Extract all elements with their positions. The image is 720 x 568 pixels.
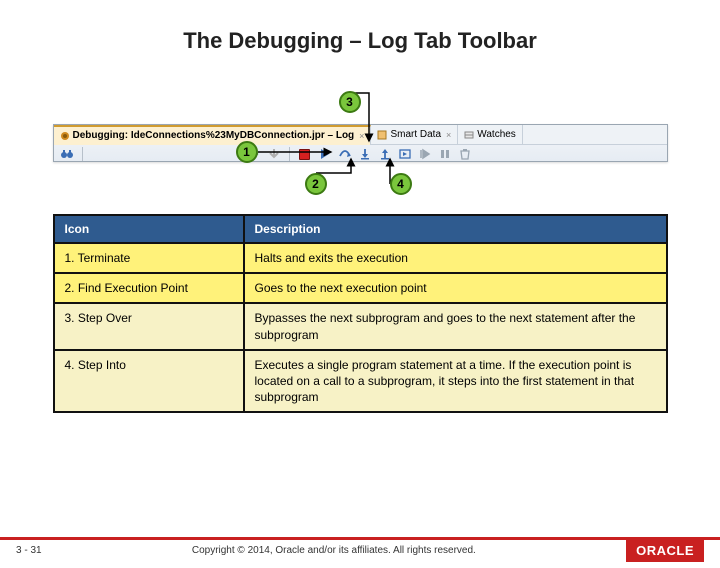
callout-2: 2 [305,173,327,195]
table-row: 3. Step Over Bypasses the next subprogra… [54,303,667,349]
callout-4: 4 [390,173,412,195]
toolbar-diagram: Debugging: IdeConnections%23MyDBConnecti… [53,99,668,194]
table-header-description: Description [244,215,667,243]
oracle-logo: ORACLE [626,539,704,562]
callout-1: 1 [236,141,258,163]
table-row: 2. Find Execution Point Goes to the next… [54,273,667,303]
cell-icon: 4. Step Into [54,350,244,413]
cell-desc: Halts and exits the execution [244,243,667,273]
cell-desc: Bypasses the next subprogram and goes to… [244,303,667,349]
table-header-icon: Icon [54,215,244,243]
cell-icon: 1. Terminate [54,243,244,273]
cell-desc: Goes to the next execution point [244,273,667,303]
table-row: 4. Step Into Executes a single program s… [54,350,667,413]
callout-3: 3 [339,91,361,113]
copyright-text: Copyright © 2014, Oracle and/or its affi… [42,545,627,556]
description-table: Icon Description 1. Terminate Halts and … [53,214,668,413]
cell-icon: 2. Find Execution Point [54,273,244,303]
cell-desc: Executes a single program statement at a… [244,350,667,413]
cell-icon: 3. Step Over [54,303,244,349]
page-number: 3 - 31 [16,545,42,556]
table-row: 1. Terminate Halts and exits the executi… [54,243,667,273]
page-title: The Debugging – Log Tab Toolbar [0,28,720,54]
callout-arrows [53,99,668,194]
